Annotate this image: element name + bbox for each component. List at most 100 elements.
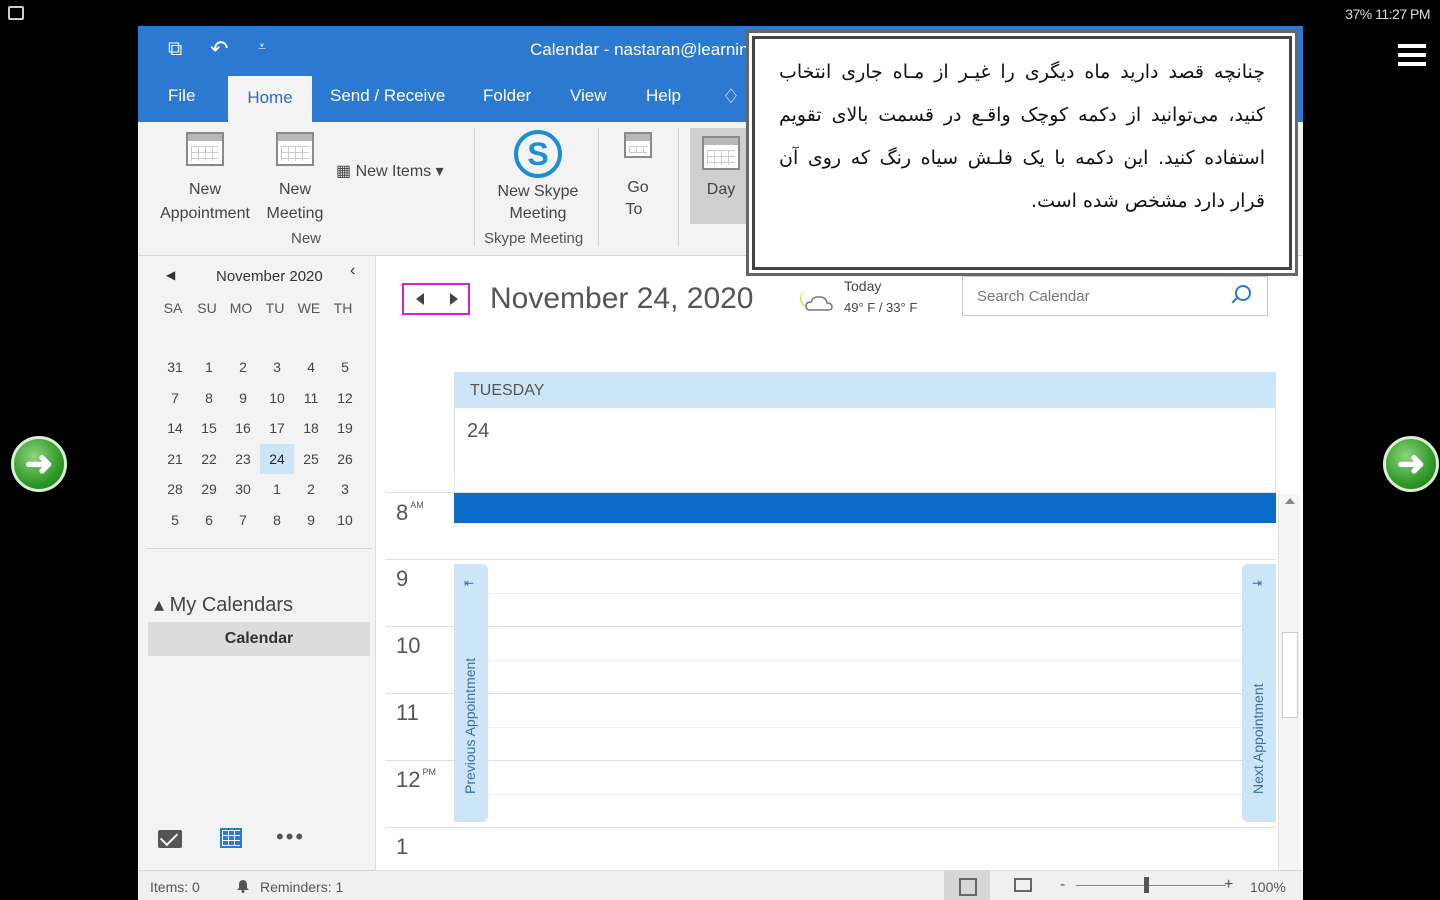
tab-folder[interactable]: Folder bbox=[483, 86, 531, 106]
more-icon[interactable]: ••• bbox=[276, 824, 305, 850]
previous-appointment-button[interactable]: ⇤ Previous Appointment bbox=[454, 564, 488, 822]
search-icon[interactable] bbox=[1235, 285, 1251, 301]
mini-calendar-day[interactable]: 6 bbox=[192, 505, 226, 535]
mini-calendar-day[interactable]: 18 bbox=[294, 413, 328, 443]
selected-time-slot[interactable] bbox=[454, 493, 1276, 523]
mini-calendar-day[interactable]: 12 bbox=[328, 383, 362, 413]
new-items-button[interactable]: ▦ New Items ▾ bbox=[336, 160, 460, 184]
mini-calendar-day[interactable]: 26 bbox=[328, 444, 362, 474]
previous-day-button[interactable] bbox=[416, 293, 424, 305]
reminders-count[interactable]: Reminders: 1 bbox=[260, 879, 343, 895]
mini-calendar-day[interactable]: 14 bbox=[158, 413, 192, 443]
mini-calendar-day[interactable]: 17 bbox=[260, 413, 294, 443]
tab-view[interactable]: View bbox=[570, 86, 607, 106]
tab-file[interactable]: File bbox=[168, 86, 195, 106]
mini-calendar-weekday: SA bbox=[163, 300, 183, 316]
mini-calendar-day[interactable]: 19 bbox=[328, 413, 362, 443]
next-appointment-label: Next Appointment bbox=[1250, 683, 1266, 794]
next-appointment-button[interactable]: ⇥ Next Appointment bbox=[1242, 564, 1276, 822]
mini-calendar-day[interactable]: 11 bbox=[294, 383, 328, 413]
mini-calendar-weekday: TU bbox=[265, 300, 285, 316]
undo-icon[interactable]: ↶ bbox=[210, 36, 228, 62]
mini-calendar-day[interactable]: 7 bbox=[226, 505, 260, 535]
collapse-pane-icon[interactable]: ‹ bbox=[350, 262, 355, 280]
zoom-level[interactable]: 100% bbox=[1250, 879, 1286, 895]
tab-send-receive[interactable]: Send / Receive bbox=[330, 86, 445, 106]
vertical-scrollbar[interactable] bbox=[1278, 494, 1300, 888]
previous-appointment-label: Previous Appointment bbox=[462, 657, 478, 794]
calendar-day-view: November 24, 2020 Today 49° F / 33° F TU… bbox=[376, 256, 1303, 888]
tab-home[interactable]: Home bbox=[228, 76, 312, 122]
tutorial-text: چنانچه قصد دارید ماه دیگری را غیـر از مـ… bbox=[779, 61, 1265, 212]
mini-calendar-day[interactable]: 15 bbox=[192, 413, 226, 443]
menu-icon[interactable] bbox=[1398, 44, 1426, 66]
mini-calendar-day[interactable]: 29 bbox=[192, 474, 226, 504]
gallery-icon bbox=[8, 6, 24, 20]
reading-view-button[interactable] bbox=[1014, 878, 1032, 892]
mini-calendar-day[interactable]: 22 bbox=[192, 444, 226, 474]
scroll-up-arrow[interactable] bbox=[1285, 498, 1295, 504]
arrow-right-icon: ⇥ bbox=[1252, 576, 1263, 590]
mini-calendar-day[interactable]: 31 bbox=[158, 352, 192, 382]
mini-calendar-day[interactable]: 8 bbox=[260, 505, 294, 535]
calendar-icon bbox=[186, 132, 224, 166]
mini-calendar-day[interactable]: 25 bbox=[294, 444, 328, 474]
mini-calendar-day[interactable]: 1 bbox=[260, 474, 294, 504]
mini-calendar-day[interactable]: 3 bbox=[328, 474, 362, 504]
mail-icon[interactable] bbox=[158, 830, 182, 848]
scroll-thumb[interactable] bbox=[1282, 632, 1298, 718]
mini-calendar-day[interactable]: 1 bbox=[192, 352, 226, 382]
mini-calendar-day[interactable]: 5 bbox=[158, 505, 192, 535]
day-view-button[interactable]: Day bbox=[690, 128, 752, 224]
hour-line bbox=[386, 559, 1276, 560]
hour-label-10: 10 bbox=[396, 633, 421, 658]
mini-calendar-prev-month[interactable]: ◀ bbox=[166, 268, 175, 282]
window-title: Calendar - nastaran@learnin bbox=[530, 40, 749, 59]
hour-line bbox=[386, 693, 1276, 694]
mini-calendar-day[interactable]: 8 bbox=[192, 383, 226, 413]
calendar-module-icon[interactable] bbox=[220, 828, 242, 848]
lightbulb-icon[interactable]: ♢ bbox=[722, 84, 742, 108]
mini-calendar-day[interactable]: 24 bbox=[260, 443, 294, 474]
mini-calendar-day[interactable]: 3 bbox=[260, 352, 294, 382]
divider bbox=[146, 548, 372, 549]
calendar-folder-item[interactable]: Calendar bbox=[148, 622, 370, 656]
mini-calendar-day[interactable]: 10 bbox=[328, 505, 362, 535]
mini-calendar-day[interactable]: 28 bbox=[158, 474, 192, 504]
weather-today-label: Today bbox=[844, 278, 882, 294]
mini-calendar-day[interactable]: 9 bbox=[226, 383, 260, 413]
all-day-area[interactable]: 24 bbox=[454, 408, 1276, 492]
mini-calendar-day[interactable]: 23 bbox=[226, 444, 260, 474]
send-receive-all-icon[interactable]: ⧉ bbox=[168, 38, 182, 61]
mini-calendar-day[interactable]: 2 bbox=[294, 474, 328, 504]
next-day-button[interactable] bbox=[450, 293, 458, 305]
search-input[interactable] bbox=[963, 277, 1233, 315]
mini-calendar-day[interactable]: 9 bbox=[294, 505, 328, 535]
normal-view-button[interactable] bbox=[944, 871, 990, 900]
zoom-out-button[interactable]: - bbox=[1060, 876, 1065, 894]
mini-calendar-day[interactable]: 7 bbox=[158, 383, 192, 413]
ribbon-separator bbox=[598, 128, 599, 246]
mini-calendar-day[interactable]: 5 bbox=[328, 352, 362, 382]
arrow-left-icon: ⇤ bbox=[464, 576, 475, 590]
zoom-slider-thumb[interactable] bbox=[1144, 877, 1149, 893]
zoom-slider[interactable] bbox=[1076, 885, 1226, 886]
mini-calendar-day[interactable]: 10 bbox=[260, 383, 294, 413]
day-column-header[interactable]: TUESDAY bbox=[454, 372, 1276, 408]
device-status-bar: 37% 11:27 PM bbox=[0, 0, 1440, 28]
mini-calendar-weekday: MO bbox=[229, 300, 253, 316]
tab-help[interactable]: Help bbox=[646, 86, 681, 106]
status-battery-time: 37% 11:27 PM bbox=[1345, 6, 1430, 22]
module-switcher: ••• bbox=[138, 824, 376, 870]
mini-calendar-day[interactable]: 30 bbox=[226, 474, 260, 504]
mini-calendar-day[interactable]: 2 bbox=[226, 352, 260, 382]
customize-qat-icon[interactable]: ⩡ bbox=[258, 38, 266, 55]
hour-line bbox=[386, 760, 1276, 761]
next-page-button[interactable]: ➜ bbox=[1383, 436, 1439, 492]
previous-page-button[interactable]: ➜ bbox=[11, 436, 67, 492]
zoom-in-button[interactable]: + bbox=[1224, 876, 1233, 894]
mini-calendar-day[interactable]: 21 bbox=[158, 444, 192, 474]
my-calendars-header[interactable]: ▴ My Calendars bbox=[154, 592, 293, 617]
mini-calendar-day[interactable]: 4 bbox=[294, 352, 328, 382]
mini-calendar-day[interactable]: 16 bbox=[226, 413, 260, 443]
